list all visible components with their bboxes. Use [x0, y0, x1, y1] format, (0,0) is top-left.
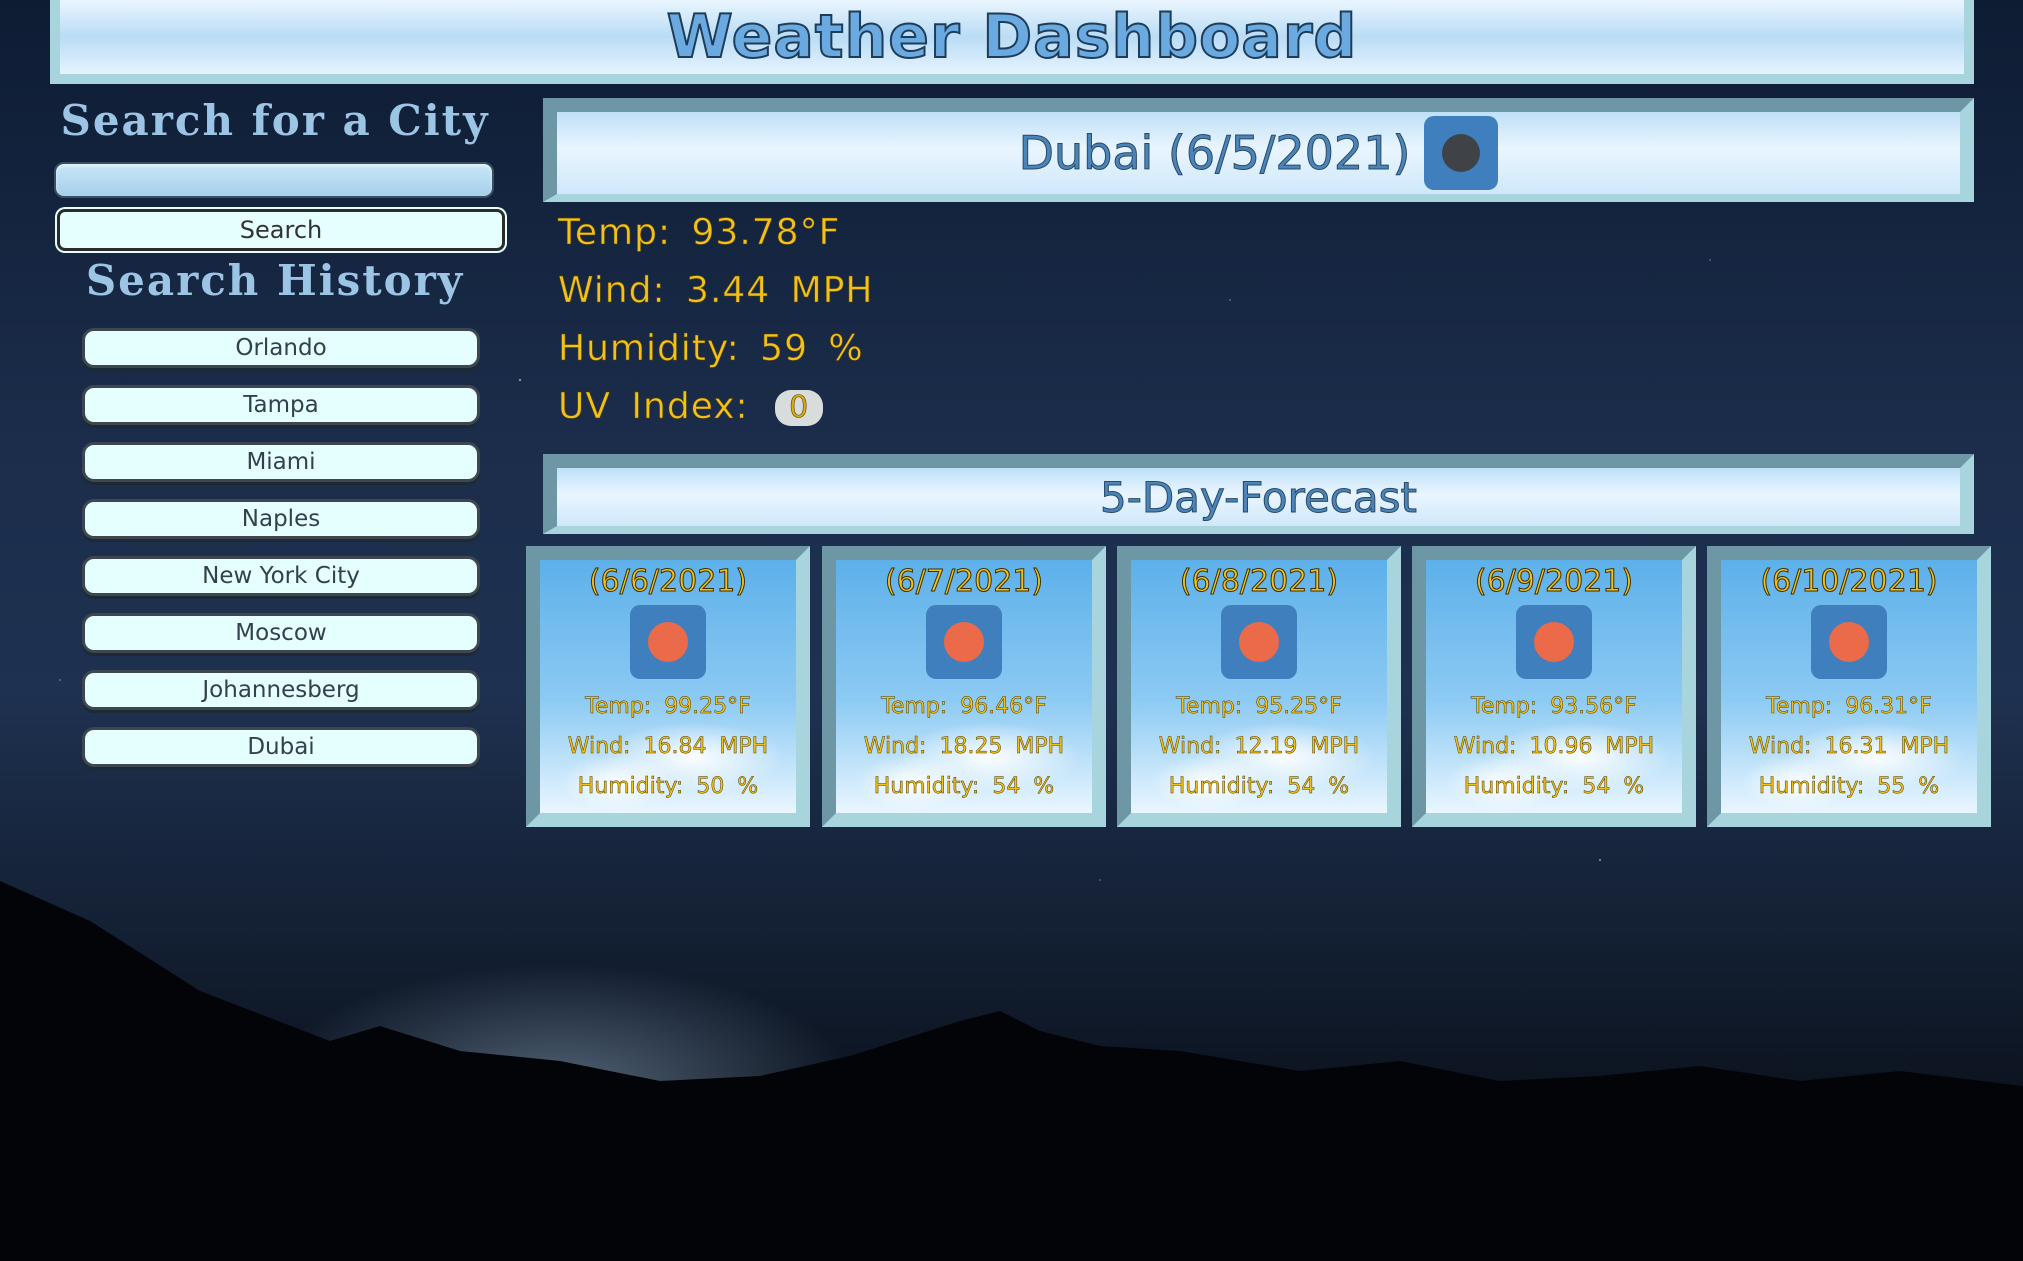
forecast-card-day-3: (6/8/2021) Temp: 95.25°F Wind: 12.19 MPH…: [1117, 546, 1401, 827]
sun-icon: [1239, 622, 1279, 662]
forecast-wind: Wind: 10.96 MPH: [1453, 734, 1655, 760]
forecast-humidity: Humidity: 54 %: [1168, 774, 1350, 800]
forecast-temp: Temp: 95.25°F: [1176, 694, 1342, 720]
forecast-card-day-5: (6/10/2021) Temp: 96.31°F Wind: 16.31 MP…: [1707, 546, 1991, 827]
forecast-title: 5-Day-Forecast: [1100, 472, 1418, 522]
forecast-date: (6/10/2021): [1760, 564, 1938, 600]
history-item-naples[interactable]: Naples: [82, 499, 480, 539]
forecast-icon-box: [926, 605, 1002, 679]
forecast-humidity: Humidity: 54 %: [873, 774, 1055, 800]
moon-icon: [1442, 134, 1481, 172]
forecast-date: (6/8/2021): [1179, 564, 1339, 600]
forecast-date: (6/7/2021): [884, 564, 1044, 600]
sun-icon: [1534, 622, 1574, 662]
forecast-wind: Wind: 16.84 MPH: [567, 734, 769, 760]
forecast-date: (6/9/2021): [1474, 564, 1634, 600]
forecast-card-day-2: (6/7/2021) Temp: 96.46°F Wind: 18.25 MPH…: [822, 546, 1106, 827]
forecast-temp: Temp: 96.31°F: [1766, 694, 1932, 720]
forecast-wind: Wind: 18.25 MPH: [863, 734, 1065, 760]
forecast-card-day-4: (6/9/2021) Temp: 93.56°F Wind: 10.96 MPH…: [1412, 546, 1696, 827]
app-title: Weather Dashboard: [666, 1, 1358, 73]
current-temp: Temp: 93.78°F: [558, 212, 841, 254]
current-city-banner: Dubai (6/5/2021): [543, 98, 1974, 202]
forecast-humidity: Humidity: 55 %: [1758, 774, 1940, 800]
forecast-wind: Wind: 12.19 MPH: [1158, 734, 1360, 760]
history-item-moscow[interactable]: Moscow: [82, 613, 480, 653]
sun-icon: [1829, 622, 1869, 662]
forecast-icon-box: [630, 605, 706, 679]
current-wind: Wind: 3.44 MPH: [558, 270, 874, 312]
uv-label: UV Index:: [558, 386, 749, 428]
current-weather-icon-box: [1424, 116, 1499, 190]
search-button[interactable]: Search: [57, 209, 505, 251]
search-heading: Search for a City: [60, 96, 490, 145]
forecast-wind: Wind: 16.31 MPH: [1748, 734, 1950, 760]
forecast-icon-box: [1221, 605, 1297, 679]
forecast-temp: Temp: 96.46°F: [881, 694, 1047, 720]
history-item-new-york-city[interactable]: New York City: [82, 556, 480, 596]
current-city-title: Dubai (6/5/2021): [1018, 126, 1411, 181]
history-item-tampa[interactable]: Tampa: [82, 385, 480, 425]
forecast-card-day-1: (6/6/2021) Temp: 99.25°F Wind: 16.84 MPH…: [526, 546, 810, 827]
forecast-icon-box: [1516, 605, 1592, 679]
sun-icon: [648, 622, 688, 662]
history-item-orlando[interactable]: Orlando: [82, 328, 480, 368]
forecast-temp: Temp: 99.25°F: [585, 694, 751, 720]
forecast-date: (6/6/2021): [588, 564, 748, 600]
current-uv-row: UV Index: 0: [558, 386, 824, 428]
app-header: Weather Dashboard: [50, 0, 1974, 84]
history-item-johannesberg[interactable]: Johannesberg: [82, 670, 480, 710]
uv-index-badge: 0: [775, 390, 824, 426]
city-search-input[interactable]: [54, 162, 494, 198]
forecast-temp: Temp: 93.56°F: [1471, 694, 1637, 720]
current-humidity: Humidity: 59 %: [558, 328, 864, 370]
sun-icon: [944, 622, 984, 662]
history-item-dubai[interactable]: Dubai: [82, 727, 480, 767]
search-history-heading: Search History: [85, 256, 465, 305]
forecast-humidity: Humidity: 54 %: [1463, 774, 1645, 800]
forecast-banner: 5-Day-Forecast: [543, 454, 1974, 534]
forecast-icon-box: [1811, 605, 1887, 679]
history-item-miami[interactable]: Miami: [82, 442, 480, 482]
search-history-list: Orlando Tampa Miami Naples New York City…: [82, 328, 480, 784]
forecast-humidity: Humidity: 50 %: [577, 774, 759, 800]
mountain-silhouette: [0, 881, 2023, 1261]
